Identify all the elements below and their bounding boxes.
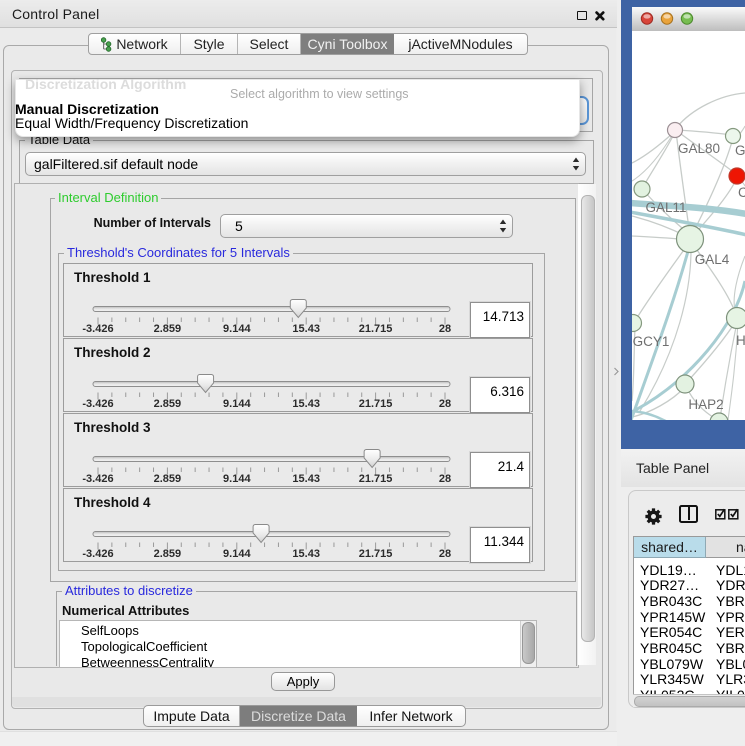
- svg-text:GAL7: GAL7: [735, 143, 745, 158]
- svg-text:HAP2: HAP2: [688, 397, 723, 412]
- svg-text:CD: CD: [738, 185, 745, 200]
- svg-text:GAL80: GAL80: [678, 141, 720, 156]
- svg-text:HA: HA: [736, 333, 745, 348]
- svg-text:GCY1: GCY1: [633, 334, 670, 349]
- svg-text:GAL11: GAL11: [645, 200, 686, 215]
- svg-text:GAL4: GAL4: [695, 252, 730, 267]
